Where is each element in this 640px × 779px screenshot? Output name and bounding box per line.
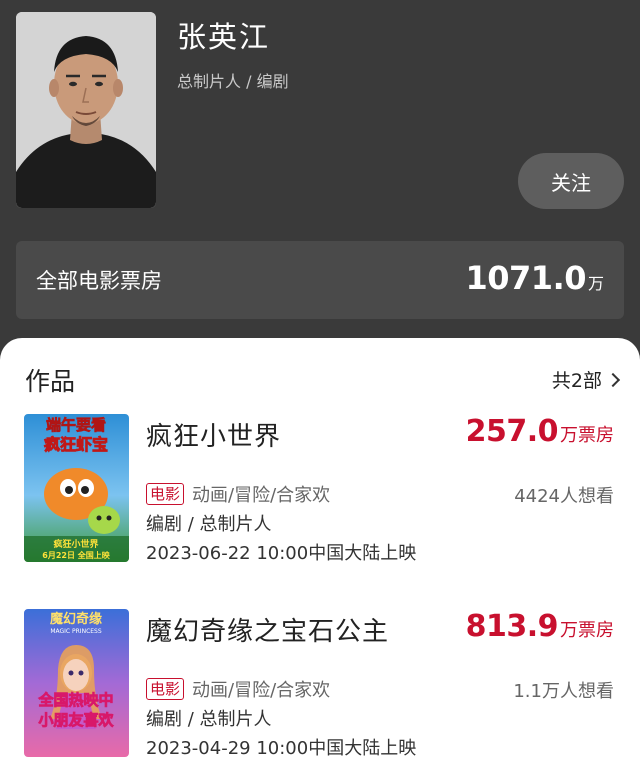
works-sheet: 作品 共2部 端午要看 疯狂虾宝 疯狂小世界 6月22日 全国上映 疯狂小世界 … [0, 338, 640, 779]
work-tags: 电影 动画/冒险/合家欢 [146, 481, 330, 507]
avatar [16, 12, 156, 208]
poster-text: 魔幻奇缘 [50, 611, 102, 627]
profile-header: 张英江 总制片人 / 编剧 关注 全部电影票房 1071.0 万 [0, 0, 640, 340]
total-boxoffice-label: 全部电影票房 [36, 269, 162, 293]
poster-text: 全国热映中 [37, 691, 113, 709]
poster-text: 6月22日 全国上映 [42, 550, 110, 560]
work-role: 编剧 / 总制片人 [146, 514, 272, 535]
poster-text: 小朋友喜欢 [38, 711, 114, 729]
total-boxoffice-card: 全部电影票房 1071.0 万 [16, 241, 624, 319]
works-title: 作品 [25, 367, 76, 396]
movie-poster[interactable]: 端午要看 疯狂虾宝 疯狂小世界 6月22日 全国上映 [24, 414, 129, 562]
total-boxoffice-value: 1071.0 万 [466, 259, 605, 297]
work-genres: 动画/冒险/合家欢 [192, 680, 331, 701]
movie-type-badge: 电影 [146, 678, 185, 700]
works-total-link[interactable]: 共2部 [551, 366, 621, 393]
work-tags: 电影 动画/冒险/合家欢 [146, 676, 330, 702]
work-title[interactable]: 疯狂小世界 [146, 416, 281, 453]
work-boxoffice: 257.0 万票房 [466, 414, 614, 449]
work-want-count: 1.1万人想看 [513, 681, 614, 702]
poster-text: MAGIC PRINCESS [50, 628, 102, 635]
work-release-date: 2023-04-29 10:00中国大陆上映 [146, 738, 417, 759]
movie-poster[interactable]: 魔幻奇缘 MAGIC PRINCESS 全国热映中 小朋友喜欢 [24, 609, 129, 757]
poster-text: 疯狂虾宝 [44, 435, 108, 454]
poster-text: 端午要看 [46, 416, 106, 434]
person-name: 张英江 [177, 20, 271, 54]
total-boxoffice-number: 1071.0 [465, 259, 587, 297]
work-release-date: 2023-06-22 10:00中国大陆上映 [146, 543, 417, 564]
work-boxoffice-unit: 万票房 [560, 620, 614, 641]
total-boxoffice-unit: 万 [587, 274, 604, 293]
work-item[interactable]: 端午要看 疯狂虾宝 疯狂小世界 6月22日 全国上映 疯狂小世界 257.0 万… [0, 414, 640, 574]
work-want-count: 4424人想看 [514, 486, 614, 507]
chevron-right-icon [605, 372, 621, 387]
work-title[interactable]: 魔幻奇缘之宝石公主 [146, 611, 389, 648]
work-boxoffice-unit: 万票房 [560, 425, 614, 446]
work-item[interactable]: 魔幻奇缘 MAGIC PRINCESS 全国热映中 小朋友喜欢 魔幻奇缘之宝石公… [0, 609, 640, 769]
works-total-label: 共2部 [551, 370, 602, 392]
person-roles: 总制片人 / 编剧 [177, 72, 289, 91]
poster-text: 疯狂小世界 [53, 538, 98, 550]
work-boxoffice-number: 813.9 [465, 609, 559, 644]
work-boxoffice: 813.9 万票房 [466, 609, 614, 644]
movie-type-badge: 电影 [146, 483, 185, 505]
work-genres: 动画/冒险/合家欢 [192, 485, 331, 506]
avatar-photo [16, 12, 156, 208]
follow-button[interactable]: 关注 [518, 153, 624, 209]
work-role: 编剧 / 总制片人 [146, 709, 272, 730]
work-boxoffice-number: 257.0 [465, 414, 559, 449]
